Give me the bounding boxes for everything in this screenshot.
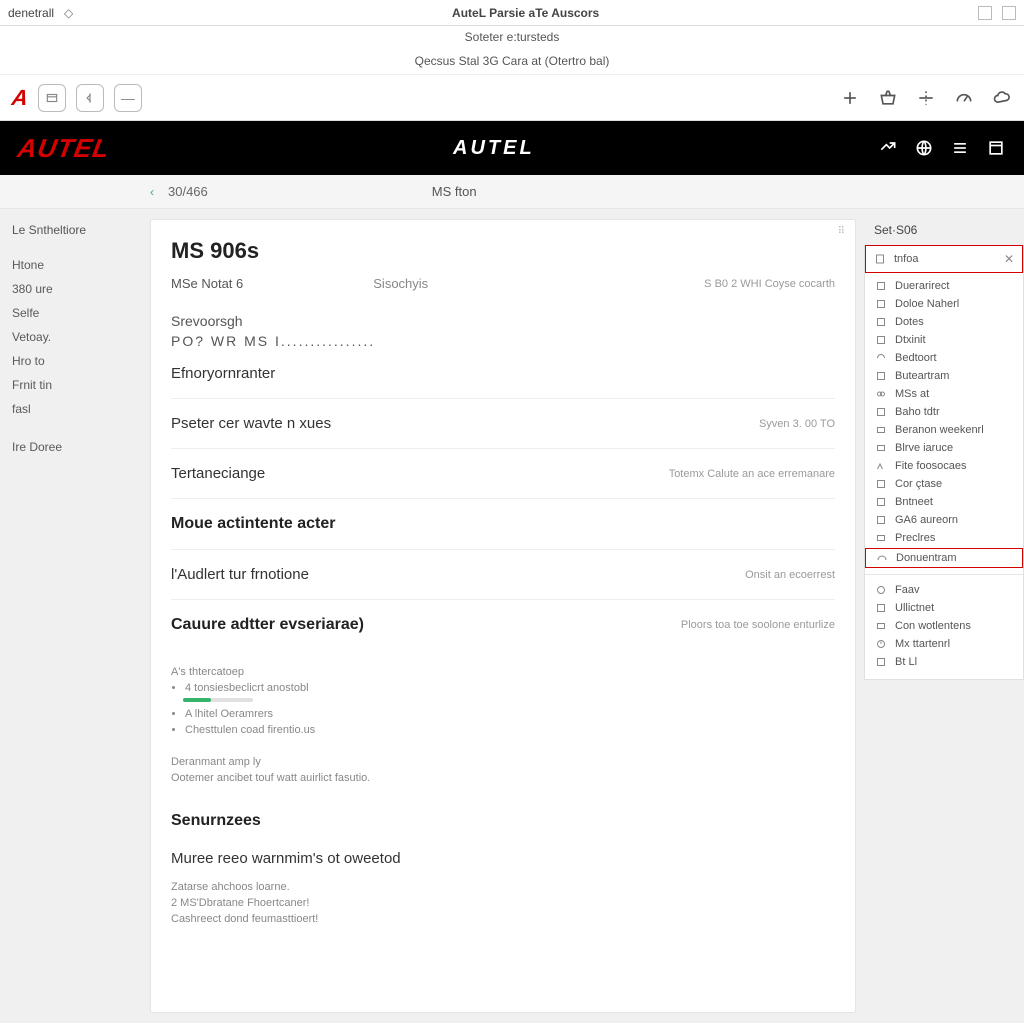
right-item[interactable]: Buteartram — [865, 367, 1023, 385]
bullets-title: A's thtercatoep — [171, 666, 835, 678]
right-item[interactable]: Beranon weekenrl — [865, 421, 1023, 439]
section-row[interactable]: Cauure adtter evseriarae) — [171, 616, 364, 634]
right-item[interactable]: Bntneet — [865, 493, 1023, 511]
section-row[interactable]: Pseter cer wavte n xues — [171, 415, 331, 432]
sidebar-left-heading: Le Sntheltiore — [12, 223, 138, 237]
tiny-note: Cashreect dond feumasttioert! — [171, 913, 835, 925]
nav-chip-1[interactable] — [38, 84, 66, 112]
section-row[interactable]: l'Audlert tur frnotione — [171, 566, 309, 583]
site-header: AUTEL AUTEL — [0, 121, 1024, 175]
right-item-highlight[interactable]: tnfoa ✕ — [865, 245, 1023, 273]
nav-chip-minus[interactable]: — — [114, 84, 142, 112]
section-row[interactable]: Moue actintente acter — [171, 515, 335, 533]
sidebar-item[interactable]: Frnit tin — [12, 373, 138, 397]
right-item[interactable]: Duerarirect — [865, 277, 1023, 295]
section-row-right: Onsit an ecoerrest — [745, 569, 835, 581]
breadcrumb-page: MS fton — [432, 184, 477, 199]
right-item[interactable]: Bedtoort — [865, 349, 1023, 367]
right-item[interactable]: Ullictnet — [865, 599, 1023, 617]
globe-icon[interactable] — [914, 138, 934, 158]
section-h3: Muree reeo warnmim's ot oweetod — [171, 850, 835, 867]
basket-icon[interactable] — [878, 88, 898, 108]
footnote-2: Ootemer ancibet touf watt auirlict fasut… — [171, 772, 835, 784]
right-item[interactable]: Baho tdtr — [865, 403, 1023, 421]
cloud-icon[interactable] — [992, 88, 1012, 108]
section-row-right: Totemx Calute an ace erremanare — [669, 468, 835, 480]
page-title: MS 906s — [171, 238, 835, 264]
section-row-right: Ploors toa toe soolone enturlize — [681, 619, 835, 631]
breadcrumb-back-icon[interactable]: ‹ — [150, 185, 154, 199]
breadcrumb-code: 30/466 — [168, 184, 208, 199]
sidebar-item[interactable]: Ire Doree — [12, 435, 138, 459]
sidebar-item[interactable]: fasl — [12, 397, 138, 421]
right-item[interactable]: Mx ttartenrl — [865, 635, 1023, 653]
breadcrumb: ‹ 30/466 MS fton — [0, 175, 1024, 209]
section-row[interactable]: Tertaneciange — [171, 465, 265, 482]
meta-model: MSe Notat 6 — [171, 276, 243, 291]
plus-icon[interactable] — [840, 88, 860, 108]
right-item[interactable]: Doloe Naherl — [865, 295, 1023, 313]
sidebar-right: Set·S06 tnfoa ✕ Duerarirect Doloe Naherl… — [864, 219, 1024, 1013]
os-caption: Qecsus Stal 3G Cara at (Otertro bal) — [0, 46, 1024, 75]
main-panel: ⠿ MS 906s MSe Notat 6 Sisochyis S B0 2 W… — [150, 219, 856, 1013]
footnote-1: Deranmant amp ly — [171, 756, 835, 768]
right-item[interactable]: MSs at — [865, 385, 1023, 403]
section-row-right: Syven 3. 00 TO — [759, 418, 835, 430]
close-icon[interactable]: ✕ — [1004, 252, 1014, 266]
sidebar-item[interactable]: Htone — [12, 253, 138, 277]
right-item[interactable]: Preclres — [865, 529, 1023, 547]
gauge-icon[interactable] — [954, 88, 974, 108]
os-minimize-icon[interactable] — [978, 6, 992, 20]
right-item[interactable]: Cor çtase — [865, 475, 1023, 493]
window-icon[interactable] — [986, 138, 1006, 158]
nav-chip-back[interactable] — [76, 84, 104, 112]
panel-handle-icon[interactable]: ⠿ — [838, 226, 847, 237]
sidebar-item[interactable]: Selfe — [12, 301, 138, 325]
right-item[interactable]: Faav — [865, 581, 1023, 599]
right-item[interactable]: Dtxinit — [865, 331, 1023, 349]
bullet-item: 4 tonsiesbeclicrt anostobl — [185, 682, 835, 694]
menu-icon[interactable] — [950, 138, 970, 158]
right-item-label: tnfoa — [894, 253, 918, 265]
bullet-item: Chesttulen coad firentio.us — [185, 724, 835, 736]
section-row[interactable]: Efnoryornranter — [171, 365, 275, 382]
tiny-note: Zatarse ahchoos loarne. — [171, 881, 835, 893]
os-window-bar: denetrall ◇ AuteL Parsie aTe Auscors — [0, 0, 1024, 26]
brand-logo[interactable]: AUTEL — [15, 133, 112, 164]
os-window-title: AuteL Parsie aTe Auscors — [73, 6, 978, 20]
section-h2: Senurnzees — [171, 812, 835, 830]
os-maximize-icon[interactable] — [1002, 6, 1016, 20]
share-icon[interactable] — [878, 138, 898, 158]
os-subtitle: Soteter e:tursteds — [0, 26, 1024, 46]
expand-icon[interactable] — [916, 88, 936, 108]
section-dots: PO? WR MS I................ — [171, 333, 835, 349]
logo-a-icon[interactable]: A — [10, 85, 30, 111]
sidebar-right-title: Set·S06 — [864, 219, 1024, 245]
right-item[interactable]: Dotes — [865, 313, 1023, 331]
sidebar-item[interactable]: Hro to — [12, 349, 138, 373]
right-item[interactable]: Bt Ll — [865, 653, 1023, 671]
right-item[interactable]: Con wotlentens — [865, 617, 1023, 635]
right-item-highlight-2[interactable]: Donuentram — [865, 548, 1023, 568]
progress-bar — [183, 698, 253, 702]
meta-category: Sisochyis — [373, 276, 428, 291]
os-left-label: denetrall — [8, 6, 54, 20]
section-subtitle: Srevoorsgh — [171, 313, 835, 329]
meta-right: S B0 2 WHI Coyse cocarth — [704, 278, 835, 290]
doc-icon — [874, 253, 886, 265]
right-item[interactable]: Blrve iaruce — [865, 439, 1023, 457]
sidebar-left: Le Sntheltiore Htone 380 ure Selfe Vetoa… — [0, 209, 150, 1023]
right-item[interactable]: Fite foosocaes — [865, 457, 1023, 475]
browser-toolbar: A — — [0, 75, 1024, 121]
right-item[interactable]: GA6 aureorn — [865, 511, 1023, 529]
bullet-item: A lhitel Oeramrers — [185, 708, 835, 720]
sidebar-item[interactable]: Vetoay. — [12, 325, 138, 349]
tiny-note: 2 MS'Dbratane Fhoertcaner! — [171, 897, 835, 909]
os-chevron-icon: ◇ — [64, 6, 73, 20]
sidebar-item[interactable]: 380 ure — [12, 277, 138, 301]
brand-center: AUTEL — [110, 137, 878, 160]
